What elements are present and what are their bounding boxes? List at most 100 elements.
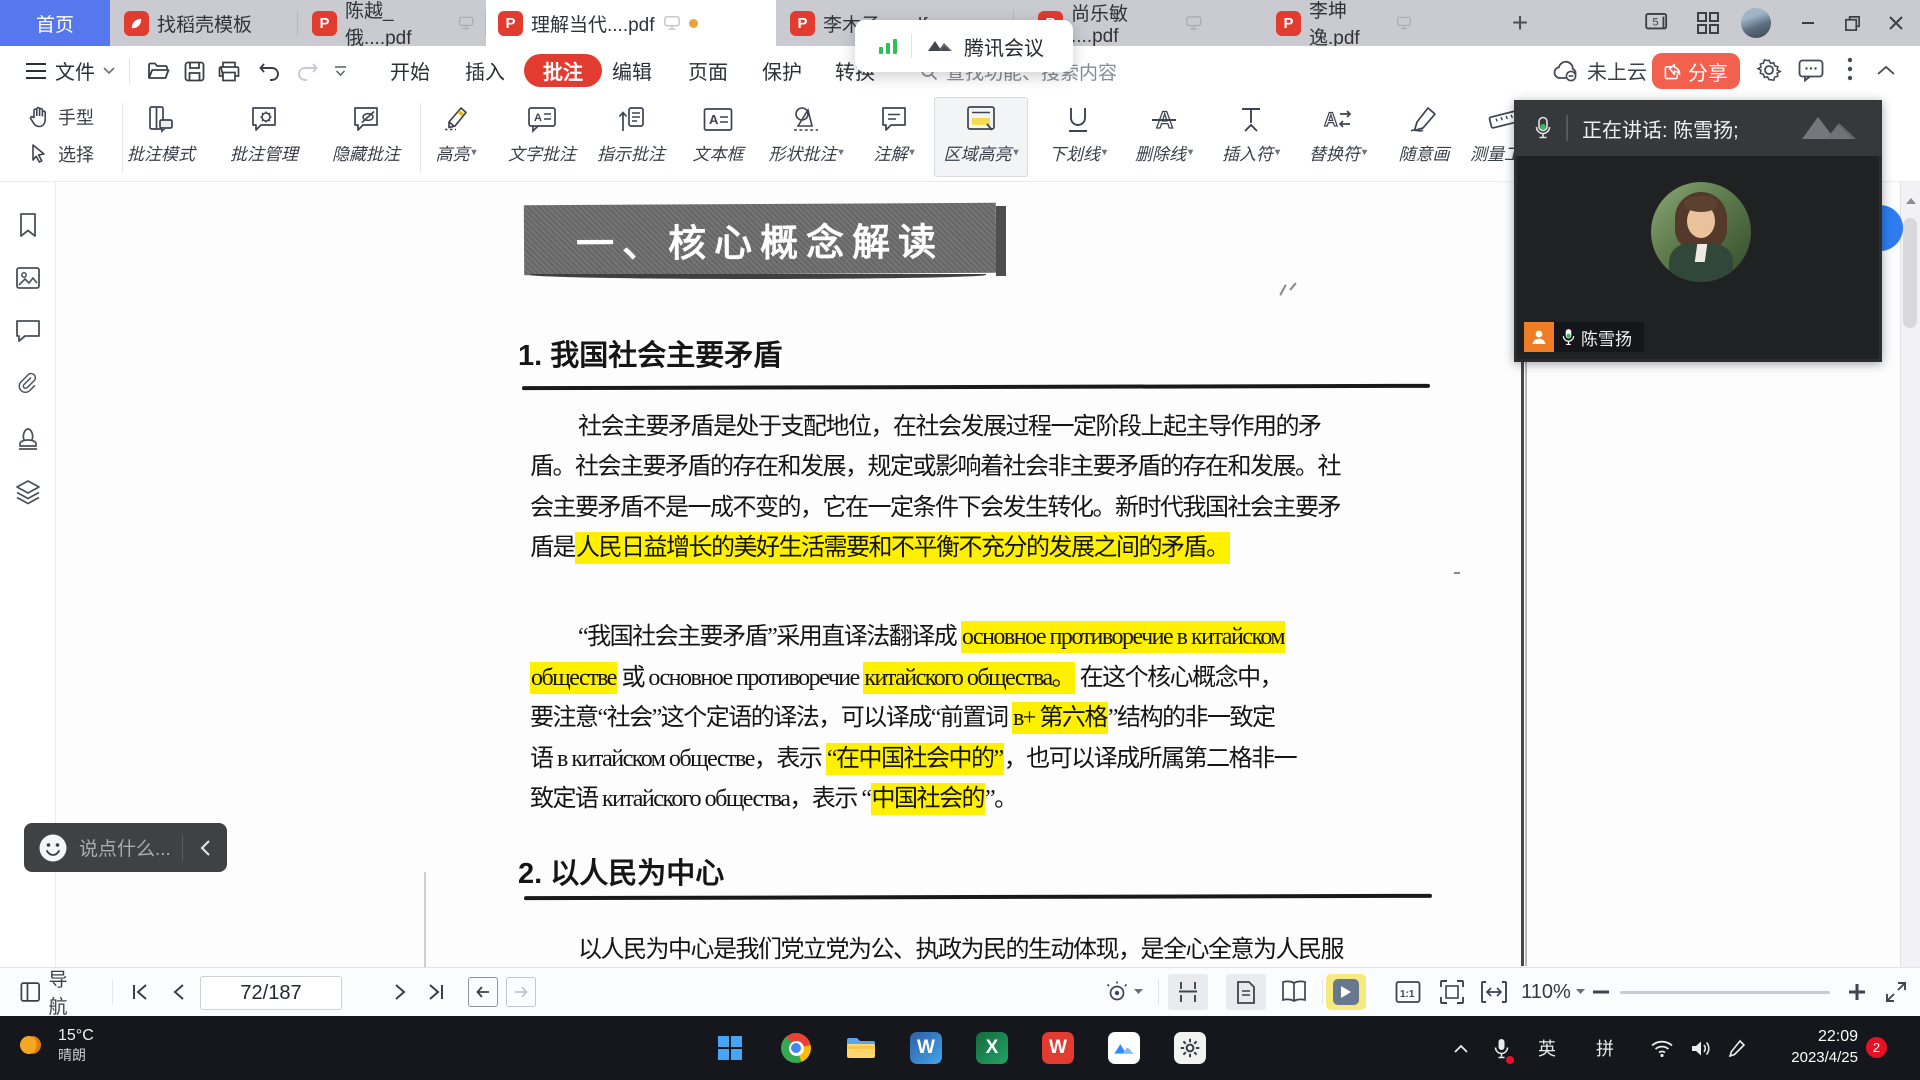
- layers-icon[interactable]: [15, 479, 41, 505]
- collapse-ribbon-icon[interactable]: [1876, 64, 1896, 76]
- tab-doc-likunyi[interactable]: P 李坤逸.pdf: [1264, 0, 1424, 46]
- shape-annotate-button[interactable]: 形状批注▾: [760, 98, 852, 176]
- caret-insert-button[interactable]: 插入符▾: [1205, 98, 1297, 176]
- redo-button[interactable]: [296, 62, 318, 81]
- single-page-view-button[interactable]: [1226, 974, 1266, 1010]
- meeting-chat-pill[interactable]: 说点什么...: [24, 823, 227, 872]
- highlight-button[interactable]: 高亮▾: [410, 98, 502, 176]
- open-button[interactable]: [147, 61, 171, 81]
- zoom-in-button[interactable]: [1842, 968, 1872, 1016]
- replace-mark-button[interactable]: A 替换符▾: [1292, 98, 1384, 176]
- tray-expand-icon[interactable]: [1444, 1016, 1478, 1080]
- menu-tab-page[interactable]: 页面: [678, 54, 738, 87]
- last-page-button[interactable]: [418, 968, 454, 1016]
- select-tool[interactable]: 选择: [26, 141, 94, 167]
- zoom-out-button[interactable]: [1586, 968, 1616, 1016]
- quickbar-more-icon[interactable]: [334, 66, 347, 76]
- zoom-level-dropdown[interactable]: 110%: [1518, 968, 1588, 1016]
- menu-tab-start[interactable]: 开始: [380, 54, 440, 87]
- scrollbar-thumb[interactable]: [1903, 218, 1917, 328]
- ime-lang-en[interactable]: 英: [1528, 1016, 1566, 1080]
- tab-home[interactable]: 首页: [0, 0, 110, 46]
- menu-tab-protect[interactable]: 保护: [752, 54, 812, 87]
- wifi-icon[interactable]: [1644, 1016, 1680, 1080]
- text-annotate-button[interactable]: A 文字批注: [496, 98, 588, 176]
- zoom-slider-track[interactable]: [1620, 991, 1830, 994]
- page-number-input[interactable]: 72/187: [200, 976, 342, 1010]
- tray-mic-icon[interactable]: [1484, 1016, 1518, 1080]
- excel-icon[interactable]: X: [970, 1026, 1014, 1070]
- scroll-up-icon[interactable]: [1905, 196, 1917, 205]
- two-page-view-button[interactable]: [1272, 974, 1316, 1010]
- account-avatar[interactable]: [1736, 0, 1776, 46]
- minimize-button[interactable]: [1788, 0, 1828, 46]
- meeting-panel[interactable]: 正在讲话: 陈雪扬; 陈雪扬: [1514, 100, 1882, 362]
- undo-button[interactable]: [259, 62, 281, 81]
- notification-badge[interactable]: 2: [1866, 1037, 1887, 1058]
- ime-lang-pinyin[interactable]: 拼: [1586, 1016, 1624, 1080]
- menu-tab-annotate[interactable]: 批注: [524, 54, 602, 87]
- settings-app-icon[interactable]: [1168, 1026, 1212, 1070]
- fit-page-button[interactable]: [1432, 968, 1472, 1016]
- tencent-meeting-app-icon[interactable]: [1102, 1026, 1146, 1070]
- freehand-draw-button[interactable]: 随意画: [1378, 98, 1470, 176]
- workspace-grid-icon[interactable]: [1688, 0, 1728, 46]
- window-switch-icon[interactable]: 5: [1638, 0, 1678, 46]
- weather-widget[interactable]: 15°C 晴朗: [14, 1026, 94, 1064]
- cloud-status[interactable]: 未上云: [1552, 56, 1647, 85]
- new-tab-button[interactable]: +: [1494, 0, 1546, 46]
- region-highlight-button[interactable]: 区域高亮▾: [935, 98, 1027, 176]
- print-button[interactable]: [218, 61, 240, 82]
- prev-page-button[interactable]: [160, 968, 196, 1016]
- tab-doc-chenyue[interactable]: P 陈越_俄....pdf: [300, 0, 486, 46]
- tab-docer[interactable]: 找稻壳模板: [112, 0, 298, 46]
- restore-button[interactable]: [1832, 0, 1872, 46]
- tab-doc-active[interactable]: P 理解当代....pdf: [486, 0, 776, 46]
- comment-bubble-icon[interactable]: [1798, 59, 1824, 82]
- word-icon[interactable]: W: [904, 1026, 948, 1070]
- annotate-manage-button[interactable]: 批注管理: [218, 98, 310, 176]
- thumbnail-image-icon[interactable]: [15, 266, 41, 290]
- annotate-mode-button[interactable]: 批注模式: [115, 98, 207, 176]
- hand-tool[interactable]: 手型: [26, 104, 94, 130]
- slideshow-play-button[interactable]: [1326, 974, 1366, 1010]
- file-menu[interactable]: 文件: [25, 54, 115, 87]
- wps-icon[interactable]: W: [1036, 1026, 1080, 1070]
- history-back-button[interactable]: [468, 968, 498, 1016]
- meeting-panel-header[interactable]: 正在讲话: 陈雪扬;: [1514, 100, 1882, 156]
- textbox-button[interactable]: A 文本框: [672, 98, 764, 176]
- file-explorer-icon[interactable]: [839, 1026, 883, 1070]
- navigation-toggle[interactable]: 导航: [20, 968, 84, 1016]
- start-button[interactable]: [708, 1026, 752, 1070]
- first-page-button[interactable]: [122, 968, 158, 1016]
- pen-icon[interactable]: [1720, 1016, 1754, 1080]
- continuous-scroll-button[interactable]: [1168, 974, 1208, 1010]
- attachment-icon[interactable]: [17, 372, 39, 398]
- meeting-video-tile[interactable]: 陈雪扬: [1514, 156, 1882, 362]
- save-button[interactable]: [184, 61, 205, 82]
- fullscreen-button[interactable]: [1878, 968, 1914, 1016]
- close-button[interactable]: [1876, 0, 1916, 46]
- callout-annotate-button[interactable]: 指示批注: [585, 98, 677, 176]
- menu-tab-edit[interactable]: 编辑: [602, 54, 662, 87]
- more-menu-icon[interactable]: [1847, 56, 1853, 82]
- collapse-chat-icon[interactable]: [183, 839, 227, 857]
- note-button[interactable]: 注解▾: [848, 98, 940, 176]
- hide-annotations-button[interactable]: 隐藏批注: [320, 98, 412, 176]
- strikethrough-button[interactable]: A 删除线▾: [1118, 98, 1210, 176]
- comments-panel-icon[interactable]: [15, 319, 41, 343]
- history-forward-button[interactable]: [506, 968, 536, 1016]
- chat-input-placeholder[interactable]: 说点什么...: [79, 834, 171, 861]
- next-page-button[interactable]: [382, 968, 418, 1016]
- bookmark-icon[interactable]: [16, 212, 40, 238]
- volume-icon[interactable]: [1684, 1016, 1718, 1080]
- menu-tab-insert[interactable]: 插入: [455, 54, 515, 87]
- settings-gear-icon[interactable]: [1756, 57, 1782, 83]
- actual-size-button[interactable]: 1:1: [1388, 968, 1428, 1016]
- meeting-floating-bar[interactable]: 腾讯会议: [855, 20, 1073, 72]
- share-button[interactable]: 分享: [1652, 53, 1740, 89]
- signature-stamp-icon[interactable]: [15, 425, 41, 451]
- eye-protect-mode-button[interactable]: [1100, 968, 1146, 1016]
- fit-width-button[interactable]: [1474, 968, 1514, 1016]
- emoji-icon[interactable]: [38, 833, 68, 863]
